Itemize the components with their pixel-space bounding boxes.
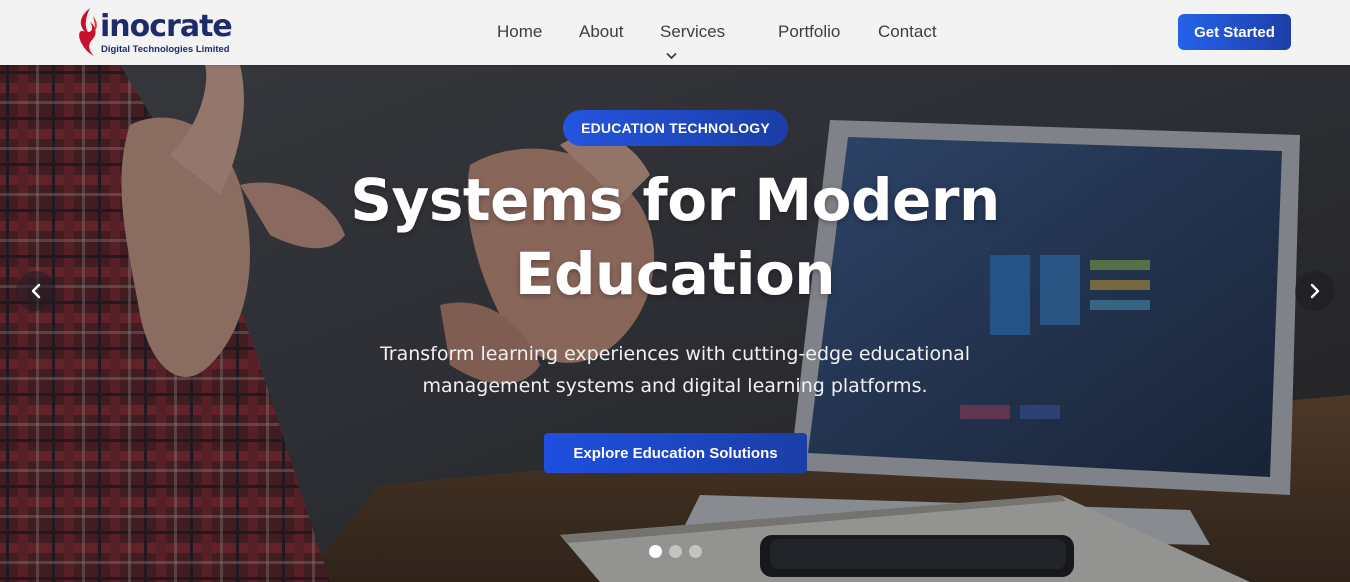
get-started-button[interactable]: Get Started <box>1178 14 1291 50</box>
hero-title: Systems for Modern Education <box>350 166 1000 308</box>
hero-subtitle: Transform learning experiences with cutt… <box>379 343 971 397</box>
slide-dot-2[interactable] <box>669 545 682 558</box>
slider-prev-button[interactable] <box>16 271 56 311</box>
nav-services[interactable]: Services <box>660 21 725 66</box>
nav-contact[interactable]: Contact <box>878 21 937 43</box>
category-badge: EDUCATION TECHNOLOGY <box>563 110 788 146</box>
hero-slider: EDUCATION TECHNOLOGY Systems for Modern … <box>0 65 1350 582</box>
explore-education-solutions-button[interactable]: Explore Education Solutions <box>544 433 807 473</box>
chevron-left-icon <box>31 283 41 299</box>
nav-portfolio[interactable]: Portfolio <box>778 21 840 43</box>
site-header: inocrate Digital Technologies Limited Ho… <box>0 0 1350 65</box>
slider-next-button[interactable] <box>1295 271 1335 311</box>
chevron-right-icon <box>1310 283 1320 299</box>
chevron-down-icon <box>666 44 677 66</box>
nav-home[interactable]: Home <box>497 21 542 43</box>
slide-dot-1[interactable] <box>649 545 662 558</box>
brand-logo[interactable]: inocrate Digital Technologies Limited <box>76 6 246 58</box>
flame-logo-icon <box>79 8 97 56</box>
brand-name: inocrate <box>100 9 233 44</box>
slide-dot-3[interactable] <box>689 545 702 558</box>
brand-tagline: Digital Technologies Limited <box>101 44 230 55</box>
nav-about[interactable]: About <box>579 21 623 43</box>
nav-services-label: Services <box>660 22 726 41</box>
